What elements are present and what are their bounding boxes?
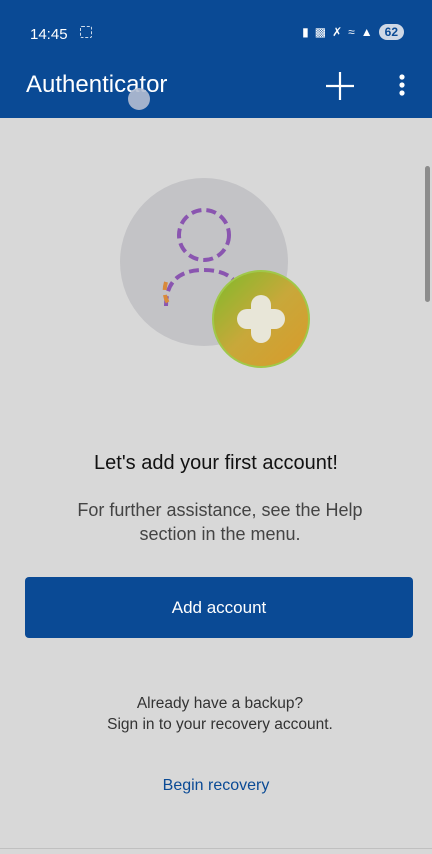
add-account-button[interactable]: Add account — [25, 577, 413, 638]
screenshot-frame-icon — [80, 26, 92, 38]
status-time: 14:45 — [30, 26, 68, 43]
cast-icon: ▩ — [314, 25, 327, 39]
plus-icon[interactable] — [322, 68, 358, 104]
wifi-icon: ≈ — [348, 25, 355, 39]
touch-indicator — [128, 88, 150, 110]
status-bar: 14:45 ▮ ▩ ✗ ≈ ▲ 62 — [0, 0, 432, 58]
help-text: For further assistance, see the Help sec… — [50, 498, 390, 546]
begin-recovery-link[interactable]: Begin recovery — [0, 777, 432, 795]
signal-icon: ▲ — [360, 25, 373, 39]
empty-state-headline: Let's add your first account! — [94, 452, 338, 474]
help-text-line: section in the menu. — [139, 524, 301, 544]
backup-text-line: Already have a backup? — [136, 695, 304, 712]
mute-icon: ✗ — [332, 25, 343, 39]
more-vertical-icon[interactable] — [392, 70, 412, 100]
status-icons: ▮ ▩ ✗ ≈ ▲ 62 — [302, 24, 404, 40]
battery-icon: 62 — [378, 24, 404, 40]
scrollbar[interactable] — [425, 166, 430, 302]
recording-icon: ▮ — [302, 25, 309, 39]
backup-text: Already have a backup? Sign in to your r… — [40, 693, 400, 735]
add-user-illustration — [120, 178, 310, 368]
bottom-divider — [0, 848, 432, 849]
backup-text-line: Sign in to your recovery account. — [107, 716, 333, 733]
help-text-line: For further assistance, see the Help — [77, 500, 363, 520]
app-bar: Authenticator — [0, 58, 432, 118]
